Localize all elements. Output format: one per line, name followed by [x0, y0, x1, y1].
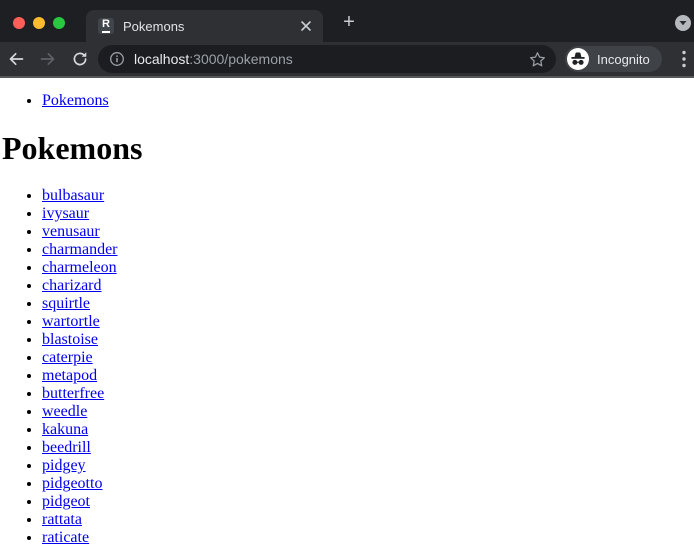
pokemon-link[interactable]: ivysaur [42, 205, 89, 222]
tab-close-icon[interactable] [297, 17, 315, 35]
page-title: Pokemons [2, 130, 143, 166]
nav-list-item: Pokemons [42, 92, 694, 110]
browser-window: R Pokemons + localhost:3000/pokemons Inc… [0, 0, 694, 556]
pokemon-link[interactable]: blastoise [42, 331, 98, 348]
pokemon-list-item: butterfree [42, 385, 694, 403]
pokemon-link[interactable]: charizard [42, 277, 102, 294]
profile-chevron-icon[interactable] [675, 15, 691, 31]
incognito-badge: Incognito [565, 46, 662, 72]
pokemon-list-item: weedle [42, 403, 694, 421]
browser-tab[interactable]: R Pokemons [86, 10, 323, 42]
forward-icon[interactable] [32, 43, 64, 75]
new-tab-button[interactable]: + [337, 11, 361, 35]
tab-strip: R Pokemons + [0, 0, 694, 42]
bookmark-star-icon[interactable] [529, 51, 546, 68]
pokemon-list-item: charizard [42, 277, 694, 295]
pokemon-link[interactable]: venusaur [42, 223, 100, 240]
address-bar[interactable]: localhost:3000/pokemons [98, 45, 556, 73]
pokemon-list-item: caterpie [42, 349, 694, 367]
pokemon-list-item: raticate [42, 529, 694, 547]
page-content: Pokemons Pokemons bulbasaurivysaurvenusa… [0, 78, 694, 556]
pokemon-list-item: charmeleon [42, 259, 694, 277]
pokemon-list-item: squirtle [42, 295, 694, 313]
pokemon-link[interactable]: rattata [42, 511, 82, 528]
pokemon-list-item: ivysaur [42, 205, 694, 223]
pokemon-link[interactable]: pidgeotto [42, 475, 102, 492]
pokemon-list-item: blastoise [42, 331, 694, 349]
pokemon-link[interactable]: metapod [42, 367, 97, 384]
url-host: localhost [134, 51, 190, 67]
pokemon-link[interactable]: caterpie [42, 349, 93, 366]
pokemon-list-item: kakuna [42, 421, 694, 439]
pokemon-link[interactable]: pidgeot [42, 493, 90, 510]
pokemon-list-item: pidgeotto [42, 475, 694, 493]
pokemon-list-item: beedrill [42, 439, 694, 457]
pokemon-list-item: metapod [42, 367, 694, 385]
menu-icon[interactable] [676, 45, 692, 73]
pokemon-list-item: bulbasaur [42, 187, 694, 205]
pokemon-link[interactable]: charmander [42, 241, 118, 258]
pokemon-list-item: charmander [42, 241, 694, 259]
incognito-icon [567, 48, 589, 70]
pokemon-list-item: pidgeot [42, 493, 694, 511]
incognito-label: Incognito [597, 51, 650, 67]
pokemon-list-item: venusaur [42, 223, 694, 241]
pokemon-link[interactable]: wartortle [42, 313, 100, 330]
window-zoom-button[interactable] [53, 17, 65, 29]
pokemon-link[interactable]: weedle [42, 403, 87, 420]
nav-link[interactable]: Pokemons [42, 92, 109, 109]
pokemon-link[interactable]: raticate [42, 529, 89, 546]
reload-icon[interactable] [64, 43, 96, 75]
nav-list: Pokemons [2, 92, 694, 110]
pokemon-link[interactable]: charmeleon [42, 259, 117, 276]
pokemon-link[interactable]: pidgey [42, 457, 86, 474]
remix-logo-icon: R [98, 18, 114, 34]
back-icon[interactable] [0, 43, 32, 75]
pokemon-list: bulbasaurivysaurvenusaurcharmandercharme… [2, 187, 694, 547]
pokemon-link[interactable]: butterfree [42, 385, 104, 402]
pokemon-link[interactable]: beedrill [42, 439, 91, 456]
pokemon-link[interactable]: bulbasaur [42, 187, 104, 204]
tab-title: Pokemons [123, 18, 185, 34]
window-close-button[interactable] [13, 17, 25, 29]
pokemon-link[interactable]: squirtle [42, 295, 90, 312]
pokemon-link[interactable]: kakuna [42, 421, 88, 438]
pokemon-list-item: wartortle [42, 313, 694, 331]
pokemon-list-item: rattata [42, 511, 694, 529]
browser-toolbar: localhost:3000/pokemons Incognito [0, 42, 694, 78]
window-minimize-button[interactable] [33, 17, 45, 29]
url-path: :3000/pokemons [189, 51, 293, 67]
pokemon-list-item: pidgey [42, 457, 694, 475]
url-text: localhost:3000/pokemons [134, 51, 293, 67]
site-info-icon[interactable] [108, 50, 126, 68]
